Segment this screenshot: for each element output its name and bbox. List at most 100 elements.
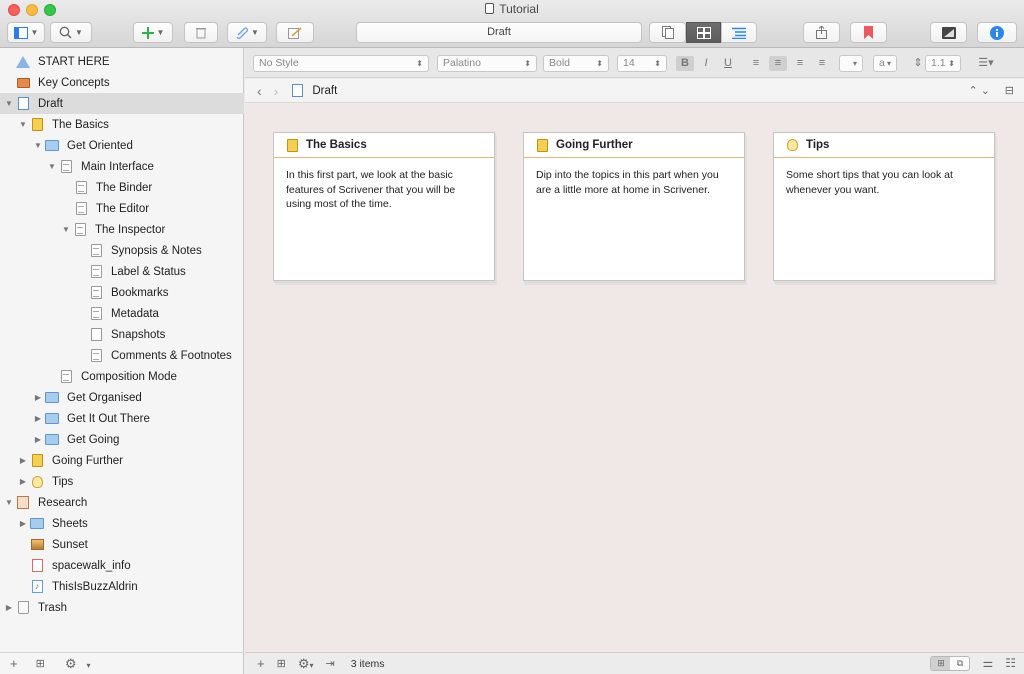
add-folder-icon[interactable]: ⊞: [277, 657, 286, 670]
disclosure-collapsed-icon[interactable]: ▶: [33, 414, 43, 423]
align-right-button[interactable]: ≡: [791, 56, 809, 71]
binder-item-synopsis-notes[interactable]: Synopsis & Notes: [0, 240, 244, 261]
forward-arrow-icon[interactable]: ›: [274, 83, 279, 99]
italic-button[interactable]: I: [697, 56, 715, 71]
binder-item-get-organised[interactable]: ▶ Get Organised: [0, 387, 244, 408]
card-title[interactable]: Going Further: [556, 139, 633, 151]
align-justify-button[interactable]: ≡: [813, 56, 831, 71]
binder-item-get-going[interactable]: ▶ Get Going: [0, 429, 244, 450]
document-path-field[interactable]: Draft: [356, 22, 642, 43]
highlight-color-select[interactable]: ▾: [839, 55, 863, 72]
card-synopsis[interactable]: In this first part, we look at the basic…: [274, 158, 494, 222]
bookmarks-button[interactable]: [850, 22, 887, 43]
bold-button[interactable]: B: [676, 56, 694, 71]
binder-item-this-is-buzz-aldrin[interactable]: ♪ ThisIsBuzzAldrin: [0, 576, 244, 597]
inspector-button[interactable]: [977, 22, 1017, 43]
add-document-icon[interactable]: +: [10, 656, 18, 671]
binder-item-spacewalk-info[interactable]: spacewalk_info: [0, 555, 244, 576]
card-options-icon[interactable]: ⚌: [982, 656, 993, 671]
index-card[interactable]: The Basics In this first part, we look a…: [273, 132, 495, 281]
composition-mode-button[interactable]: [930, 22, 967, 43]
part-book-icon: [285, 138, 299, 152]
binder-item-start-here[interactable]: START HERE: [0, 51, 244, 72]
binder-item-the-binder[interactable]: The Binder: [0, 177, 244, 198]
disclosure-collapsed-icon[interactable]: ▶: [18, 456, 28, 465]
binder-item-get-it-out-there[interactable]: ▶ Get It Out There: [0, 408, 244, 429]
binder-item-draft[interactable]: ▼ Draft: [0, 93, 244, 114]
outliner-mode-button[interactable]: [721, 22, 757, 43]
align-left-button[interactable]: ≡: [747, 56, 765, 71]
binder-item-research[interactable]: ▼ Research: [0, 492, 244, 513]
paragraph-style-select[interactable]: No Style ⬍: [253, 55, 429, 72]
binder-item-main-interface[interactable]: ▼ Main Interface: [0, 156, 244, 177]
text-color-select[interactable]: a ▾: [873, 55, 897, 72]
card-title[interactable]: The Basics: [306, 139, 367, 151]
card-synopsis[interactable]: Some short tips that you can look at whe…: [774, 158, 994, 207]
font-family-select[interactable]: Palatino ⬍: [437, 55, 537, 72]
disclosure-expanded-icon[interactable]: ▼: [47, 162, 57, 171]
split-editor-icon[interactable]: ⊟: [1005, 84, 1014, 97]
binder-item-comments-footnotes[interactable]: Comments & Footnotes: [0, 345, 244, 366]
attachment-button[interactable]: ▼: [227, 22, 267, 43]
disclosure-expanded-icon[interactable]: ▼: [61, 225, 71, 234]
disclosure-collapsed-icon[interactable]: ▶: [18, 519, 28, 528]
binder-item-tips[interactable]: ▶ Tips: [0, 471, 244, 492]
font-weight-select[interactable]: Bold ⬍: [543, 55, 609, 72]
corkboard-mode-button[interactable]: [686, 22, 721, 43]
binder-item-metadata[interactable]: Metadata: [0, 303, 244, 324]
binder-item-the-inspector[interactable]: ▼ The Inspector: [0, 219, 244, 240]
binder-item-get-oriented[interactable]: ▼ Get Oriented: [0, 135, 244, 156]
add-folder-icon[interactable]: ⊞: [36, 657, 45, 670]
card-title[interactable]: Tips: [806, 139, 829, 151]
binder-item-going-further[interactable]: ▶ Going Further: [0, 450, 244, 471]
view-layout-button[interactable]: ▼: [7, 22, 45, 43]
add-item-button[interactable]: ▼: [133, 22, 173, 43]
freeform-view-icon[interactable]: ⧉: [950, 657, 969, 670]
gear-icon[interactable]: ⚙▾: [65, 656, 91, 672]
card-synopsis[interactable]: Dip into the topics in this part when yo…: [524, 158, 744, 207]
disclosure-expanded-icon[interactable]: ▼: [4, 498, 14, 507]
previous-next-arrows-icon[interactable]: ⌃ ⌄: [969, 84, 991, 97]
font-size-select[interactable]: 14 ⬍: [617, 55, 667, 72]
settings-sliders-icon[interactable]: ☷: [1005, 656, 1016, 671]
move-out-icon[interactable]: ⇥: [325, 657, 334, 670]
disclosure-collapsed-icon[interactable]: ▶: [4, 603, 14, 612]
disclosure-expanded-icon[interactable]: ▼: [33, 141, 43, 150]
edit-notes-button[interactable]: [276, 22, 314, 43]
back-arrow-icon[interactable]: ‹: [257, 83, 262, 99]
binder-item-key-concepts[interactable]: Key Concepts: [0, 72, 244, 93]
disclosure-expanded-icon[interactable]: ▼: [4, 99, 14, 108]
index-card[interactable]: Going Further Dip into the topics in thi…: [523, 132, 745, 281]
list-style-button[interactable]: ☰▾: [973, 56, 999, 71]
document-icon: [74, 181, 88, 195]
binder-item-bookmarks[interactable]: Bookmarks: [0, 282, 244, 303]
share-button[interactable]: [803, 22, 840, 43]
disclosure-expanded-icon[interactable]: ▼: [18, 120, 28, 129]
underline-button[interactable]: U: [719, 56, 737, 71]
binder-item-the-editor[interactable]: The Editor: [0, 198, 244, 219]
gear-icon[interactable]: ⚙▾: [298, 656, 314, 672]
binder-item-sheets[interactable]: ▶ Sheets: [0, 513, 244, 534]
chevron-updown-icon: ⬍: [654, 59, 661, 68]
add-card-icon[interactable]: +: [257, 656, 265, 671]
index-card[interactable]: Tips Some short tips that you can look a…: [773, 132, 995, 281]
move-to-trash-button[interactable]: [184, 22, 218, 43]
binder-item-snapshots[interactable]: Snapshots: [0, 324, 244, 345]
binder-item-the-basics[interactable]: ▼ The Basics: [0, 114, 244, 135]
align-center-button[interactable]: ≡: [769, 56, 787, 71]
binder-item-trash[interactable]: ▶ Trash: [0, 597, 244, 618]
disclosure-collapsed-icon[interactable]: ▶: [33, 435, 43, 444]
binder-item-label: Trash: [38, 601, 67, 614]
editor-header: ‹ › Draft ⌃ ⌄ ⊟: [245, 79, 1024, 103]
disclosure-collapsed-icon[interactable]: ▶: [33, 393, 43, 402]
scrivenings-mode-button[interactable]: [649, 22, 686, 43]
grid-view-icon[interactable]: ⊞: [931, 657, 951, 670]
binder-item-label-status[interactable]: Label & Status: [0, 261, 244, 282]
binder-item-label: The Inspector: [95, 223, 166, 236]
binder-item-sunset[interactable]: Sunset: [0, 534, 244, 555]
quick-search-button[interactable]: ▼: [50, 22, 92, 43]
line-spacing-select[interactable]: 1.1 ⬍: [925, 55, 961, 72]
disclosure-collapsed-icon[interactable]: ▶: [18, 477, 28, 486]
corkboard-view-toggle[interactable]: ⊞ ⧉: [930, 656, 971, 671]
binder-item-composition-mode[interactable]: Composition Mode: [0, 366, 244, 387]
